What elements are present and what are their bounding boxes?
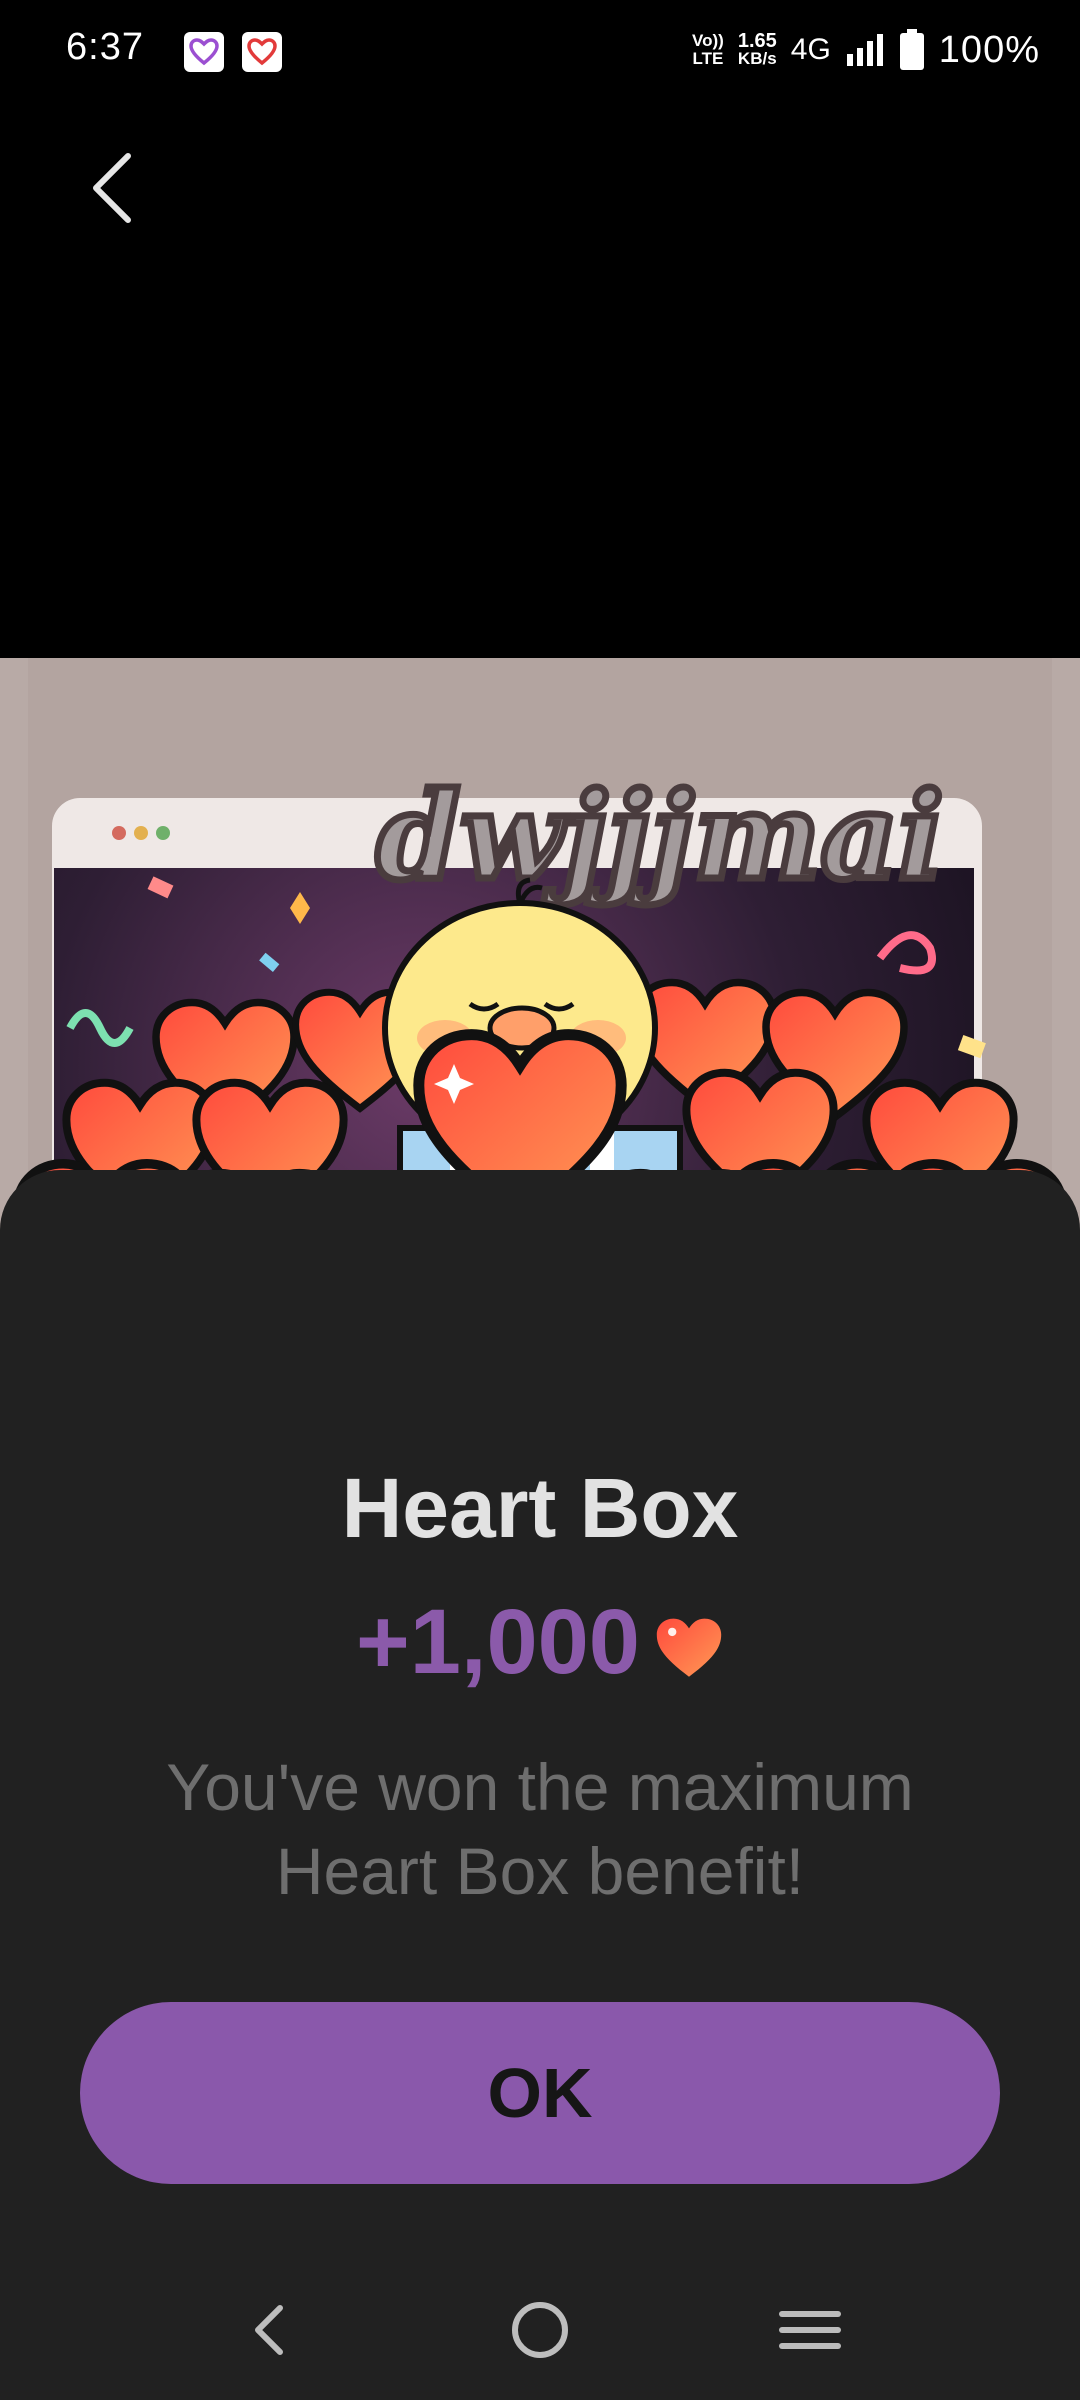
- back-arrow-icon[interactable]: [88, 150, 140, 226]
- volte-label: Vo)): [692, 31, 724, 50]
- battery-percent: 100%: [938, 28, 1040, 71]
- speed-value: 1.65: [737, 30, 777, 52]
- logo-text: dwjjjmai: [376, 766, 944, 907]
- reward-amount: +1,000: [356, 1591, 640, 1693]
- status-indicators: Vo)) LTE 1.65 KB/s 4G 100%: [692, 26, 1040, 74]
- menu-icon[interactable]: [770, 2290, 850, 2370]
- speed-unit: KB/s: [737, 49, 777, 68]
- network-speed: 1.65 KB/s: [737, 30, 777, 68]
- heart-app-icon: [184, 32, 224, 72]
- dialog-title: Heart Box: [341, 1461, 739, 1555]
- home-icon[interactable]: [500, 2290, 580, 2370]
- status-time: 6:37: [66, 26, 144, 68]
- ok-button-label: OK: [487, 2054, 593, 2132]
- ok-button[interactable]: OK: [80, 2002, 1000, 2184]
- battery-icon: [899, 29, 924, 70]
- network-type: 4G: [790, 33, 831, 66]
- heart-app-icon: [242, 32, 282, 72]
- navigation-bar: [0, 2260, 1080, 2400]
- lte-label: LTE: [692, 49, 724, 68]
- status-bar: 6:37 Vo)) LTE 1.65 KB/s 4G 100%: [0, 0, 1080, 88]
- reward-row: +1,000: [0, 1590, 1080, 1695]
- reward-message: You've won the maximum Heart Box benefit…: [166, 1750, 914, 1908]
- volte-indicator: Vo)) LTE: [692, 32, 724, 68]
- signal-icon: [846, 34, 883, 66]
- heart-icon: [656, 1618, 722, 1677]
- back-icon[interactable]: [230, 2290, 310, 2370]
